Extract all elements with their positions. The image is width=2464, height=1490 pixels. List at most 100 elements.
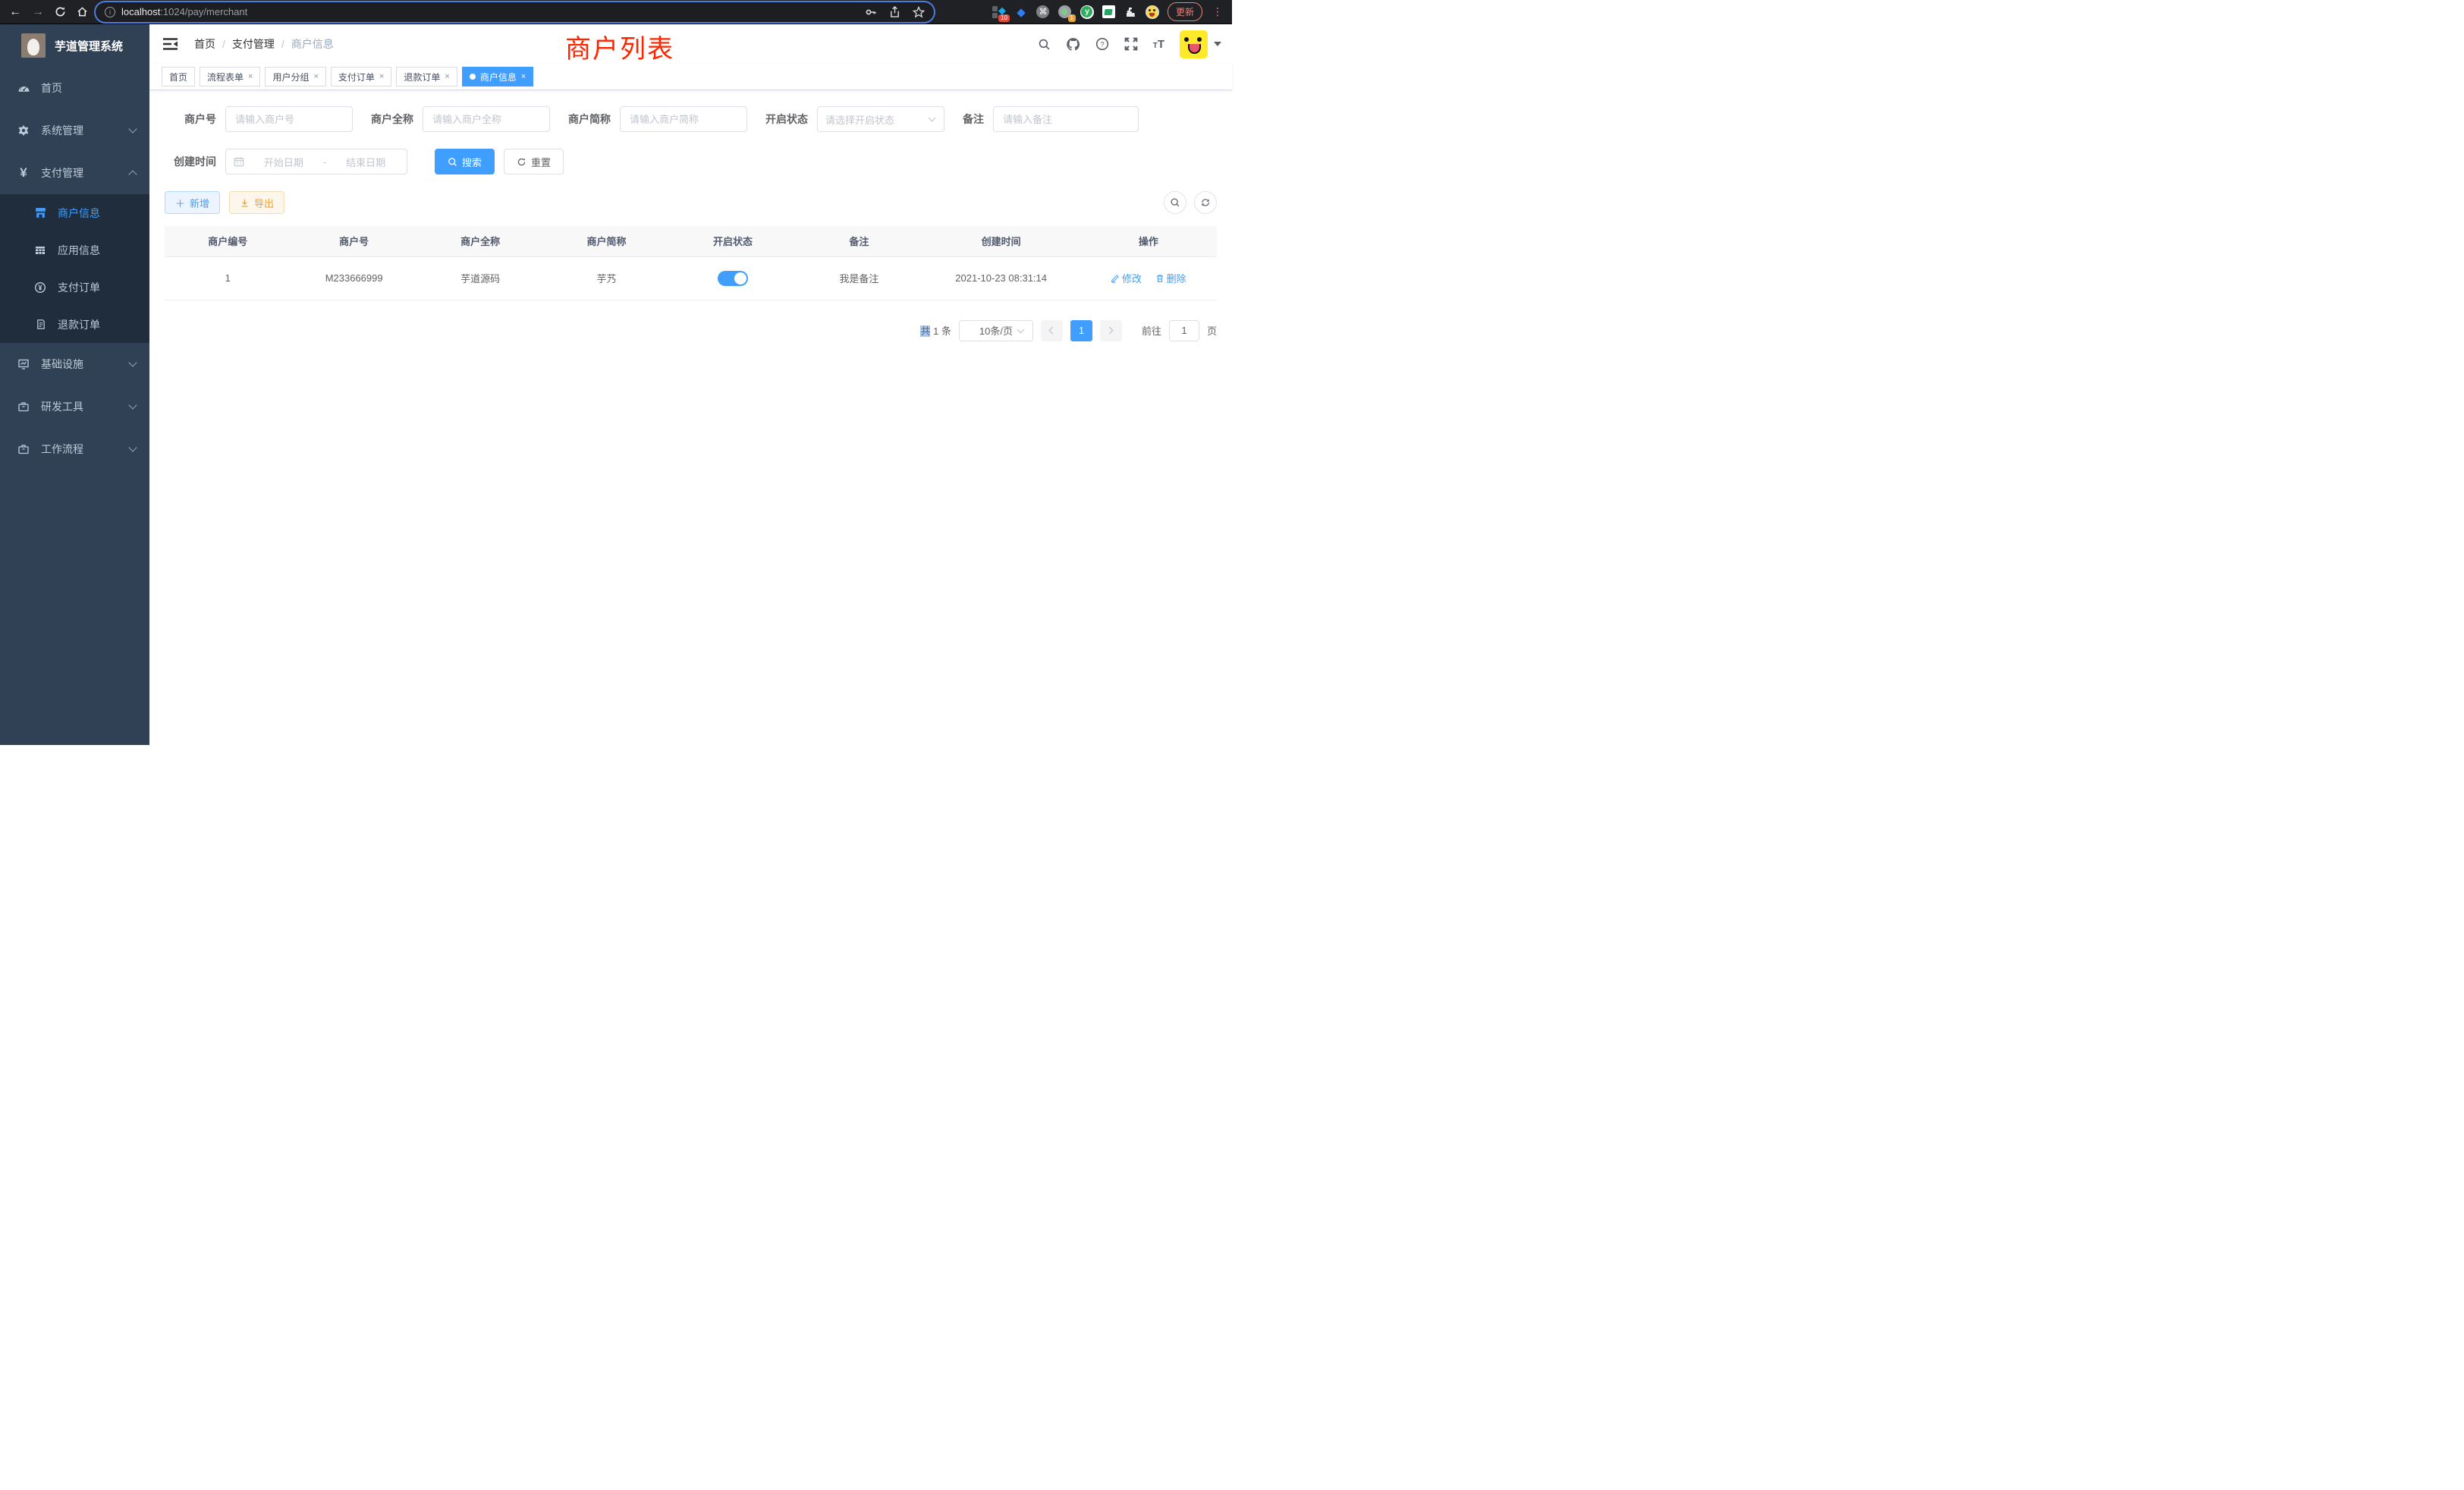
password-key-icon[interactable] bbox=[865, 6, 877, 18]
remark-input[interactable] bbox=[993, 106, 1139, 132]
close-icon[interactable]: × bbox=[445, 72, 449, 81]
add-button[interactable]: ＋ 新增 bbox=[165, 191, 220, 214]
paraglider-extension-icon[interactable]: ◆ bbox=[1014, 5, 1028, 19]
close-icon[interactable]: × bbox=[521, 72, 526, 81]
filter-row-2: 创建时间 开始日期 - 结束日期 搜索 重置 bbox=[165, 149, 1217, 174]
tab-merchant-info[interactable]: 商户信息× bbox=[462, 67, 533, 86]
breadcrumb-current: 商户信息 bbox=[291, 36, 334, 52]
extension-badge-2: 1 bbox=[1068, 14, 1076, 22]
fullscreen-icon[interactable] bbox=[1124, 37, 1138, 51]
table-header-row: 商户编号 商户号 商户全称 商户简称 开启状态 备注 创建时间 操作 bbox=[165, 226, 1217, 256]
tab-user-group[interactable]: 用户分组× bbox=[265, 67, 325, 86]
tab-refund-orders[interactable]: 退款订单× bbox=[396, 67, 457, 86]
chrome-update-button[interactable]: 更新 bbox=[1168, 2, 1202, 21]
close-icon[interactable]: × bbox=[248, 72, 253, 81]
tab-pay-orders[interactable]: 支付订单× bbox=[331, 67, 391, 86]
filter-short-name: 商户简称 bbox=[568, 106, 747, 132]
user-avatar-menu[interactable] bbox=[1180, 30, 1221, 58]
sidebar-item-label: 基础设施 bbox=[41, 357, 83, 372]
yudao-extension-icon[interactable]: y bbox=[1080, 5, 1094, 19]
breadcrumb-payment[interactable]: 支付管理 bbox=[232, 36, 275, 52]
cell-remark: 我是备注 bbox=[796, 256, 922, 300]
sidebar-collapse-icon[interactable] bbox=[160, 35, 181, 53]
grid-icon bbox=[33, 244, 47, 256]
filter-label: 商户全称 bbox=[371, 112, 413, 127]
app-logo-row[interactable]: 芋道管理系统 bbox=[0, 24, 149, 67]
profile-emoji-avatar[interactable] bbox=[1146, 5, 1159, 19]
filter-label: 备注 bbox=[963, 112, 984, 127]
chat-extension-icon[interactable] bbox=[1102, 5, 1115, 18]
sidebar-item-refund-orders[interactable]: 退款订单 bbox=[0, 306, 149, 343]
back-icon[interactable]: ← bbox=[9, 6, 21, 18]
sidebar-item-payment[interactable]: ¥ 支付管理 bbox=[0, 152, 149, 194]
browser-nav-buttons: ← → bbox=[0, 6, 96, 18]
delete-link[interactable]: 删除 bbox=[1155, 271, 1186, 285]
status-toggle[interactable] bbox=[718, 271, 748, 286]
end-date-placeholder: 结束日期 bbox=[332, 155, 399, 169]
status-select[interactable]: 请选择开启状态 bbox=[817, 106, 944, 132]
close-icon[interactable]: × bbox=[379, 72, 384, 81]
breadcrumb-separator: / bbox=[281, 38, 284, 50]
close-icon[interactable]: × bbox=[313, 72, 318, 81]
filter-label: 商户简称 bbox=[568, 112, 611, 127]
notify-extension-icon[interactable]: 1 bbox=[1058, 5, 1072, 19]
github-icon[interactable] bbox=[1066, 37, 1080, 52]
merchant-no-input[interactable] bbox=[225, 106, 353, 132]
full-name-input[interactable] bbox=[423, 106, 550, 132]
sidebar-item-label: 商户信息 bbox=[58, 206, 100, 221]
briefcase-icon bbox=[17, 401, 30, 413]
toggle-search-icon[interactable] bbox=[1164, 191, 1186, 214]
filter-label: 商户号 bbox=[165, 112, 216, 127]
refresh-table-icon[interactable] bbox=[1194, 191, 1217, 214]
sidebar-item-label: 退款订单 bbox=[58, 317, 100, 332]
sidebar-item-app-info[interactable]: 应用信息 bbox=[0, 231, 149, 269]
font-size-icon[interactable]: TT bbox=[1153, 38, 1164, 51]
page-number-1[interactable]: 1 bbox=[1070, 320, 1092, 341]
monitor-icon bbox=[17, 358, 30, 370]
site-info-icon[interactable]: i bbox=[105, 7, 115, 17]
bookmark-star-icon[interactable] bbox=[913, 6, 925, 18]
export-button[interactable]: 导出 bbox=[229, 191, 284, 214]
browser-menu-icon[interactable]: ⋮ bbox=[1211, 5, 1224, 18]
filter-status: 开启状态 请选择开启状态 bbox=[765, 106, 944, 132]
sidebar-item-system[interactable]: 系统管理 bbox=[0, 109, 149, 152]
urlbar-right-icons bbox=[865, 6, 925, 18]
refresh-icon[interactable] bbox=[55, 6, 66, 17]
reset-button[interactable]: 重置 bbox=[504, 149, 564, 174]
sidebar-item-label: 支付订单 bbox=[58, 280, 100, 295]
col-full-name: 商户全称 bbox=[417, 226, 543, 256]
search-button[interactable]: 搜索 bbox=[435, 149, 495, 174]
user-avatar bbox=[1180, 30, 1208, 58]
command-extension-icon[interactable]: ⌘ bbox=[1036, 5, 1050, 19]
caret-down-icon bbox=[1214, 42, 1221, 46]
dashboard-icon bbox=[17, 82, 30, 95]
edit-link[interactable]: 修改 bbox=[1111, 271, 1142, 285]
sidebar-item-dev-tools[interactable]: 研发工具 bbox=[0, 385, 149, 428]
short-name-input[interactable] bbox=[620, 106, 747, 132]
sidebar-item-merchant-info[interactable]: 商户信息 bbox=[0, 194, 149, 231]
tab-home[interactable]: 首页 bbox=[162, 67, 195, 86]
extension-blocks-icon[interactable]: ◆ 10 bbox=[992, 5, 1006, 19]
table-row: 1 M233666999 芋道源码 芋艿 我是备注 2021-10-23 08:… bbox=[165, 256, 1217, 300]
sidebar-item-pay-orders[interactable]: 支付订单 bbox=[0, 269, 149, 306]
sidebar-item-home[interactable]: 首页 bbox=[0, 67, 149, 109]
page-size-select[interactable]: 10条/页 bbox=[959, 320, 1033, 341]
sidebar-item-infra[interactable]: 基础设施 bbox=[0, 343, 149, 385]
extension-badge: 10 bbox=[998, 14, 1010, 22]
next-page-button[interactable] bbox=[1100, 320, 1122, 341]
toolbar-right bbox=[1164, 191, 1217, 214]
tab-process-form[interactable]: 流程表单× bbox=[200, 67, 260, 86]
sidebar-item-workflow[interactable]: 工作流程 bbox=[0, 428, 149, 470]
prev-page-button[interactable] bbox=[1041, 320, 1063, 341]
date-range-input[interactable]: 开始日期 - 结束日期 bbox=[225, 149, 407, 174]
home-icon[interactable] bbox=[77, 6, 88, 17]
goto-page-input[interactable] bbox=[1169, 320, 1199, 341]
help-icon[interactable]: ? bbox=[1095, 37, 1109, 51]
gear-icon bbox=[17, 124, 30, 137]
forward-icon[interactable]: → bbox=[32, 6, 44, 18]
breadcrumb-home[interactable]: 首页 bbox=[194, 36, 215, 52]
search-icon[interactable] bbox=[1038, 38, 1051, 51]
url-bar[interactable]: i localhost:1024/pay/merchant bbox=[96, 2, 934, 22]
share-icon[interactable] bbox=[889, 6, 900, 18]
extensions-puzzle-icon[interactable] bbox=[1124, 5, 1137, 19]
